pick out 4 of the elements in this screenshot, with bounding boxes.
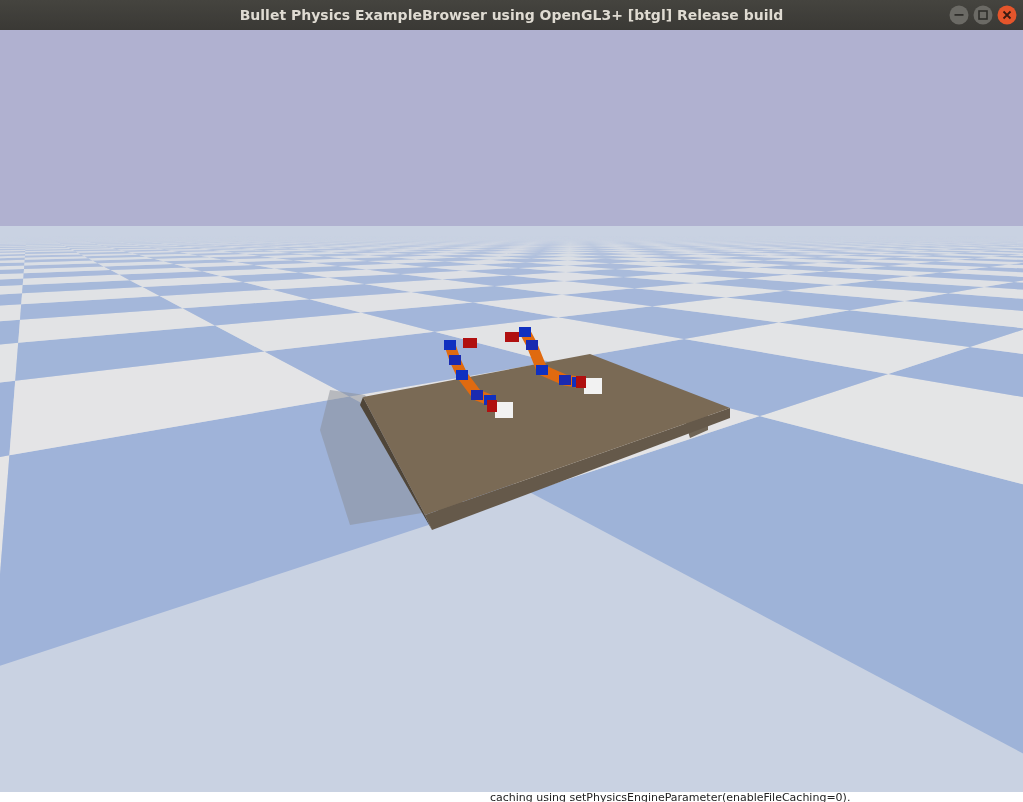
minimize-icon[interactable] bbox=[949, 5, 969, 25]
maximize-icon[interactable] bbox=[973, 5, 993, 25]
close-icon[interactable] bbox=[997, 5, 1017, 25]
window-title: Bullet Physics ExampleBrowser using OpenGL3+ [btgl] Release build bbox=[239, 5, 784, 25]
